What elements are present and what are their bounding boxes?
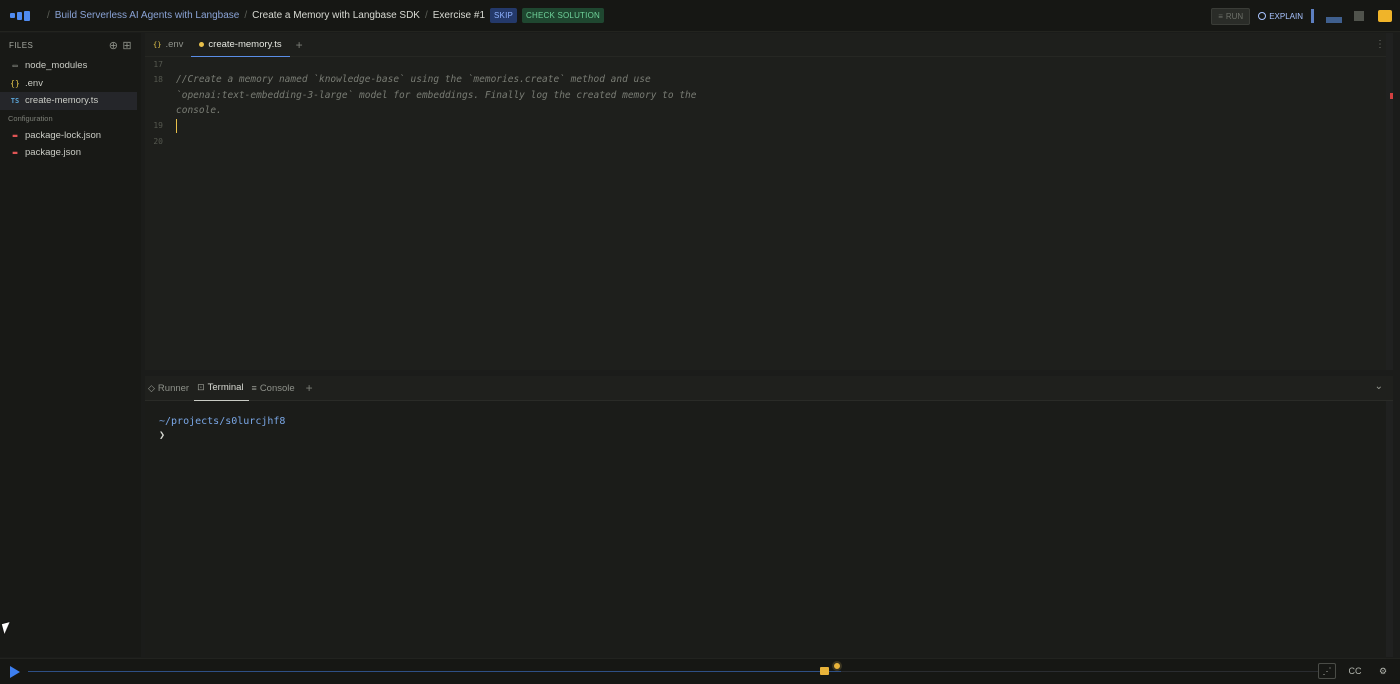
progress-fill	[28, 671, 841, 672]
unsaved-dot-icon	[199, 41, 205, 47]
code-line: 20	[145, 133, 1393, 148]
panel-scrollbar[interactable]	[1386, 401, 1393, 657]
breadcrumb-course[interactable]: Build Serverless AI Agents with Langbase	[55, 10, 240, 21]
code-comment: console.	[176, 105, 222, 117]
bottom-panel: ◇ Runner ⊡ Terminal ≡ Console + ⌄ ~/proj…	[145, 376, 1393, 657]
terminal-path: ~/projects/s0lurcjhf8	[159, 416, 286, 427]
voice-icon[interactable]: ⋰	[1318, 663, 1336, 679]
breadcrumb-separator: /	[424, 10, 428, 21]
tab-label: create-memory.ts	[208, 38, 282, 50]
code-comment: `openai:text-embedding-3-large` model fo…	[176, 89, 697, 101]
run-button[interactable]: ≡ RUN	[1211, 7, 1251, 25]
settings-gear-icon[interactable]: ⚙	[1374, 663, 1392, 679]
breadcrumb-separator: /	[47, 10, 50, 21]
explain-icon	[1258, 12, 1267, 20]
new-folder-icon[interactable]: ⊞	[122, 39, 132, 52]
run-icon: ≡	[1218, 11, 1223, 21]
layout-panel-icon[interactable]	[1326, 17, 1342, 23]
tree-item-create-memory[interactable]: TS create-memory.ts	[0, 92, 137, 110]
player-controls: ⋰ CC ⚙	[1318, 663, 1392, 679]
tree-item-package-lock[interactable]: ▬ package-lock.json	[0, 127, 141, 145]
tree-item-label: .env	[25, 77, 43, 89]
line-number: 20	[153, 136, 163, 146]
tab-label: Runner	[157, 382, 190, 394]
explain-button[interactable]: EXPLAIN	[1258, 12, 1303, 21]
playback-bar: ⋰ CC ⚙	[0, 658, 1400, 684]
code-line: 17	[145, 57, 1393, 72]
layout-sidebar-icon[interactable]	[1311, 9, 1314, 23]
breadcrumb-separator: /	[244, 10, 248, 21]
line-number: 18	[153, 75, 163, 85]
tab-create-memory[interactable]: create-memory.ts	[191, 33, 290, 57]
tree-item-label: node_modules	[25, 60, 88, 72]
line-number: 19	[153, 121, 163, 131]
top-actions: ≡ RUN EXPLAIN	[1211, 0, 1400, 32]
json-icon: ▬	[12, 130, 18, 140]
file-explorer: FILES ⊕ ⊞ ▭ node_modules {} .env TS crea…	[0, 33, 141, 657]
files-header: FILES ⊕ ⊞	[0, 33, 141, 57]
tab-label: Terminal	[207, 382, 244, 393]
terminal-icon: ⊡	[197, 382, 205, 392]
text-cursor	[176, 118, 177, 133]
editor-scrollbar[interactable]	[1386, 33, 1393, 370]
captions-button[interactable]: CC	[1346, 663, 1364, 679]
tree-item-label: create-memory.ts	[25, 95, 99, 107]
tree-item-label: package-lock.json	[25, 129, 102, 141]
configuration-section-label: Configuration	[8, 113, 53, 123]
code-line-wrap: console.	[145, 103, 1393, 118]
code-line-wrap: `openai:text-embedding-3-large` model fo…	[145, 88, 1393, 103]
code-line: 19	[145, 118, 1393, 133]
env-icon: {}	[10, 78, 20, 88]
progress-knob[interactable]	[832, 661, 842, 671]
breadcrumb-lesson[interactable]: Create a Memory with Langbase SDK	[252, 10, 420, 21]
tab-runner[interactable]: ◇ Runner	[145, 376, 194, 401]
notes-icon[interactable]	[1378, 10, 1392, 22]
play-icon[interactable]	[10, 665, 20, 678]
console-icon: ≡	[251, 383, 257, 393]
tree-item-node-modules[interactable]: ▭ node_modules	[0, 57, 141, 75]
skip-button[interactable]: SKIP	[490, 8, 518, 23]
layout-preview-icon[interactable]	[1354, 11, 1364, 21]
add-panel-tab-icon[interactable]: +	[300, 381, 319, 395]
progress-track[interactable]	[28, 671, 1318, 672]
folder-icon: ▭	[12, 61, 18, 71]
code-editor: {} .env create-memory.ts + ⋮ 17 18 //Cre…	[145, 33, 1393, 370]
more-icon[interactable]: ⋮	[1375, 39, 1385, 50]
langbase-logo[interactable]	[10, 10, 32, 21]
env-icon: {}	[153, 40, 162, 49]
run-label: RUN	[1225, 11, 1244, 21]
editor-tabs: {} .env create-memory.ts +	[145, 33, 1393, 57]
lock-icon	[820, 667, 829, 675]
explain-label: EXPLAIN	[1269, 11, 1303, 21]
add-tab-icon[interactable]: +	[290, 38, 309, 52]
code-comment: //Create a memory named `knowledge-base`…	[176, 74, 651, 86]
check-solution-button[interactable]: CHECK SOLUTION	[522, 8, 604, 23]
tree-item-label: package.json	[25, 147, 81, 159]
json-icon: ▬	[12, 148, 18, 158]
new-file-icon[interactable]: ⊕	[109, 39, 119, 52]
tab-terminal[interactable]: ⊡ Terminal	[194, 376, 249, 401]
chevron-down-icon[interactable]: ⌄	[1375, 381, 1383, 392]
files-title: FILES	[9, 40, 34, 50]
tab-env[interactable]: {} .env	[145, 33, 191, 57]
ts-icon: TS	[10, 96, 20, 105]
breadcrumb-exercise[interactable]: Exercise #1	[433, 10, 485, 21]
tree-item-env[interactable]: {} .env	[0, 75, 141, 93]
tree-item-package[interactable]: ▬ package.json	[0, 144, 141, 162]
terminal-output[interactable]: ~/projects/s0lurcjhf8 ❯	[145, 401, 1393, 456]
code-area[interactable]: 17 18 //Create a memory named `knowledge…	[145, 57, 1393, 149]
panel-tabs: ◇ Runner ⊡ Terminal ≡ Console +	[145, 376, 1393, 401]
top-bar: / Build Serverless AI Agents with Langba…	[0, 0, 1400, 32]
tab-label: Console	[259, 382, 295, 394]
code-line: 18 //Create a memory named `knowledge-ba…	[145, 72, 1393, 87]
terminal-prompt: ❯	[159, 430, 166, 441]
tab-label: .env	[165, 39, 184, 50]
error-marker	[1390, 93, 1393, 99]
tab-console[interactable]: ≡ Console	[249, 376, 300, 401]
line-number: 17	[153, 60, 163, 70]
runner-icon: ◇	[148, 382, 155, 393]
